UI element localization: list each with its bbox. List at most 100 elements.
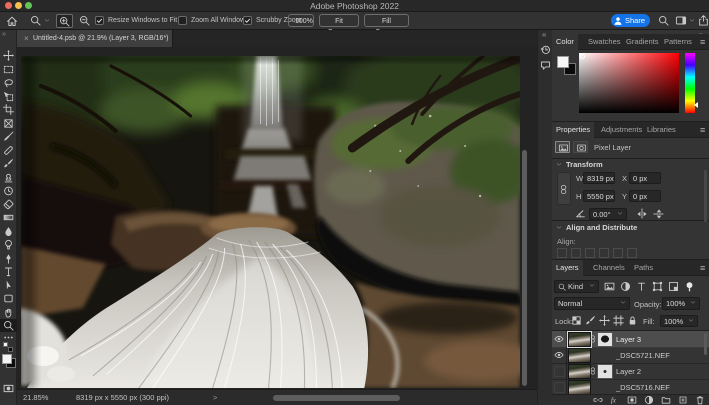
layer-row[interactable]: Layer 2 [552, 363, 709, 380]
transform-section-title[interactable]: Transform [566, 160, 603, 169]
tool-move[interactable] [0, 49, 17, 62]
pixel-filter-icon[interactable] [604, 281, 615, 292]
share-button[interactable]: Share [611, 14, 650, 27]
tool-dodge[interactable] [0, 238, 17, 251]
tool-history-brush[interactable] [0, 184, 17, 197]
eye-toggle-empty[interactable] [554, 382, 565, 393]
checkbox-zoom-all-windows[interactable] [178, 16, 187, 25]
lock-pixels-icon[interactable] [585, 315, 596, 326]
blend-mode-select[interactable]: Normal [554, 297, 630, 310]
hue-slider-marker[interactable] [694, 102, 698, 108]
layer-thumbnail[interactable] [568, 364, 591, 379]
collapse-dock-left-icon[interactable]: « [542, 30, 546, 39]
tool-crop[interactable] [0, 103, 17, 116]
layer-mask-link-icon[interactable] [590, 334, 597, 344]
lock-all-icon[interactable] [627, 315, 638, 326]
layer-row[interactable]: _DSC5716.NEF [552, 379, 709, 394]
layer-thumbnail[interactable] [568, 380, 591, 394]
align-section-title[interactable]: Align and Distribute [566, 223, 637, 232]
layer-mask-thumbnail[interactable] [597, 332, 613, 347]
home-icon[interactable] [6, 15, 18, 27]
hue-slider[interactable] [685, 53, 695, 113]
tab-swatches[interactable]: Swatches [584, 34, 625, 50]
eye-toggle-empty[interactable] [554, 366, 565, 377]
checkbox-resize-windows-to-fit[interactable] [95, 16, 104, 25]
tool-hand[interactable] [0, 306, 17, 319]
angle-field[interactable]: 0.00° [589, 208, 627, 220]
fit-screen-button[interactable]: Fit Screen [319, 14, 359, 27]
angle-chevron-icon[interactable] [617, 212, 623, 217]
fill-screen-button[interactable]: Fill Screen [364, 14, 409, 27]
tab-gradients[interactable]: Gradients [622, 34, 663, 50]
type-filter-icon[interactable] [636, 281, 647, 292]
layer-name[interactable]: Layer 3 [616, 335, 641, 344]
smart-filter-icon[interactable] [668, 281, 679, 292]
fx-icon[interactable]: fx [610, 395, 620, 405]
align-collapse-icon[interactable] [556, 226, 562, 231]
zoom-in-button[interactable] [56, 14, 73, 28]
opacity-chevron-icon[interactable] [690, 301, 696, 306]
toggle-pin-icon[interactable] [684, 281, 695, 292]
tab-patterns[interactable]: Patterns [660, 34, 696, 50]
tool-blur[interactable] [0, 225, 17, 238]
blend-chevron-icon[interactable] [620, 301, 626, 306]
toolbar-overflow-icon[interactable]: » [2, 31, 6, 38]
lock-artboard-icon[interactable] [613, 315, 624, 326]
flip-horizontal-icon[interactable] [636, 208, 648, 220]
layer-thumbnail[interactable] [568, 332, 591, 347]
comments-panel-icon[interactable] [540, 60, 551, 71]
shape-filter-icon[interactable] [652, 281, 663, 292]
x-field[interactable]: 0 px [629, 172, 661, 184]
tool-type[interactable] [0, 265, 17, 278]
layer-mask-link-icon[interactable] [590, 366, 597, 376]
add-mask-icon[interactable] [627, 395, 637, 405]
zoom-100-button[interactable]: 100% [288, 14, 314, 27]
layer-filter-kind-select[interactable]: Kind [554, 280, 599, 293]
properties-scrollbar[interactable] [704, 170, 707, 222]
flip-vertical-icon[interactable] [653, 208, 665, 220]
document-tab[interactable]: × Untitled-4.psb @ 21.9% (Layer 3, RGB/1… [17, 30, 173, 47]
new-layer-icon[interactable] [678, 395, 688, 405]
tab-libraries[interactable]: Libraries [643, 122, 680, 138]
foreground-color-swatch[interactable] [2, 354, 12, 364]
new-group-icon[interactable] [661, 395, 671, 405]
layer-thumbnail[interactable] [568, 348, 591, 363]
layers-panel-menu-icon[interactable]: ≡ [696, 260, 709, 276]
tool-eraser[interactable] [0, 198, 17, 211]
tool-healing[interactable] [0, 144, 17, 157]
history-panel-icon[interactable] [540, 44, 551, 55]
y-field[interactable]: 0 px [629, 190, 661, 202]
eye-icon[interactable] [554, 350, 564, 360]
properties-panel-menu-icon[interactable]: ≡ [696, 122, 709, 138]
tool-path-select[interactable] [0, 279, 17, 292]
quick-mask-button[interactable] [0, 382, 17, 395]
link-dimensions-button[interactable] [557, 172, 571, 205]
new-adjustment-icon[interactable] [644, 395, 654, 405]
layer-mask-thumbnail[interactable] [597, 364, 613, 379]
zoom-out-button[interactable] [77, 14, 94, 28]
layer-name[interactable]: Layer 2 [616, 367, 641, 376]
zoom-tool-icon[interactable] [30, 15, 41, 26]
tab-adjustments[interactable]: Adjustments [597, 122, 646, 138]
mini-background-swatch[interactable] [8, 347, 13, 352]
tool-pen[interactable] [0, 252, 17, 265]
tool-preset-chevron-icon[interactable] [44, 19, 50, 24]
layer-row[interactable]: Layer 3 [552, 331, 709, 348]
eye-icon[interactable] [554, 334, 564, 344]
tool-clone-stamp[interactable] [0, 171, 17, 184]
pixel-layer-thumb-button[interactable] [555, 141, 570, 153]
fill-field[interactable]: 100% [660, 315, 698, 327]
panel-foreground-swatch[interactable] [557, 56, 569, 68]
close-tab-icon[interactable]: × [24, 30, 29, 47]
canvas-area[interactable] [17, 47, 537, 389]
link-layers-icon[interactable] [593, 395, 603, 405]
layer-row[interactable]: _DSC5721.NEF [552, 347, 709, 364]
lock-transparent-icon[interactable] [571, 315, 582, 326]
status-expand-chevron[interactable]: > [213, 390, 217, 405]
kind-chevron-icon[interactable] [589, 284, 595, 289]
workspace-chevron-icon[interactable] [689, 19, 695, 24]
layer-name[interactable]: _DSC5716.NEF [616, 383, 670, 392]
delete-layer-icon[interactable] [695, 395, 705, 405]
width-field[interactable]: 8319 px [583, 172, 615, 184]
adjust-filter-icon[interactable] [620, 281, 631, 292]
